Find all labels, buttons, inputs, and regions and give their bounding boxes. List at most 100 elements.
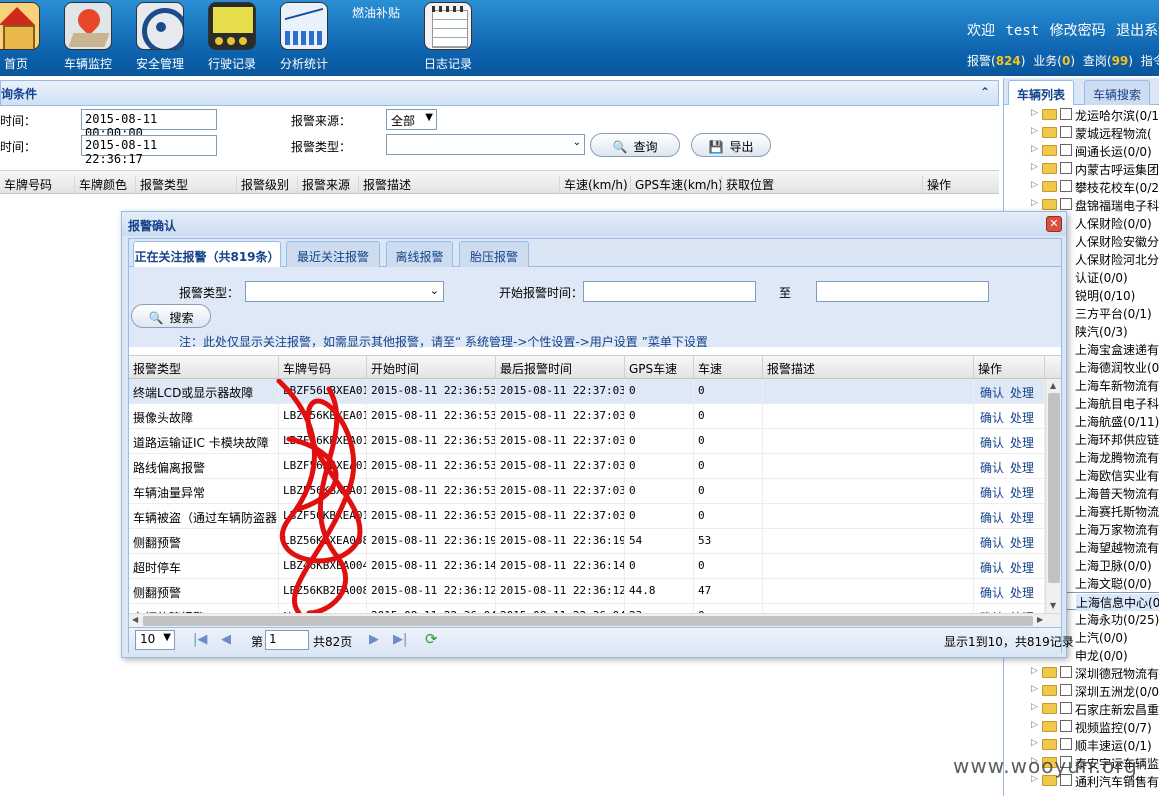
tree-node[interactable]: ▷ 内蒙古呼运集团 — [1004, 160, 1159, 178]
nav-safety-management[interactable]: 安全管理 — [126, 0, 194, 76]
expand-icon[interactable]: ▷ — [1031, 738, 1038, 748]
tree-checkbox[interactable] — [1060, 720, 1072, 732]
last-page-icon[interactable]: ▶| — [393, 632, 407, 647]
confirm-link[interactable]: 确认 — [980, 461, 1004, 475]
export-button[interactable]: 💾 导出 — [691, 133, 771, 157]
tree-node[interactable]: ▷ 石家庄新宏昌重 — [1004, 700, 1159, 718]
table-row[interactable]: 车辆油量异常 LBZF56KBXEA016 2015-08-11 22:36:53 2… — [129, 479, 1045, 504]
nav-log-record[interactable]: 日志记录 — [414, 0, 482, 76]
alarm-col-header[interactable]: 报警类型 — [129, 356, 279, 379]
table-row[interactable]: 车辆故障报警沪B08562015-08-11 22:36:042015-08-1… — [129, 604, 1045, 613]
confirm-link[interactable]: 确认 — [980, 386, 1004, 400]
tree-node[interactable]: ▷ 攀枝花校车(0/2 — [1004, 178, 1159, 196]
page-input[interactable]: 1 — [265, 630, 309, 650]
change-password-link[interactable]: 修改密码 — [1050, 23, 1106, 39]
col-plate-number[interactable]: 车牌号码 — [0, 176, 52, 194]
collapse-icon[interactable]: ⌃ — [980, 85, 990, 99]
first-page-icon[interactable]: |◀ — [193, 632, 207, 647]
table-row[interactable]: 侧翻预警 LBZ56KB2EA008 2015-08-11 22:36:12 2015… — [129, 579, 1045, 604]
alarm-counter[interactable]: 报警(824) — [967, 54, 1025, 68]
col-location[interactable]: 获取位置 — [721, 176, 774, 194]
tree-checkbox[interactable] — [1060, 702, 1072, 714]
confirm-link[interactable]: 确认 — [980, 536, 1004, 550]
expand-icon[interactable]: ▷ — [1031, 144, 1038, 154]
table-row[interactable]: 超时停车 LBZ46KBXEA004 2015-08-11 22:36:14 2015… — [129, 554, 1045, 579]
expand-icon[interactable]: ▷ — [1031, 198, 1038, 208]
tab-recent-alarms[interactable]: 最近关注报警 — [286, 241, 380, 267]
alarm-col-header[interactable]: 最后报警时间 — [496, 356, 625, 379]
nav-vehicle-monitor[interactable]: 车辆监控 — [54, 0, 122, 76]
tab-vehicle-search[interactable]: 车辆搜索 — [1084, 80, 1151, 105]
col-alarm-type[interactable]: 报警类型 — [135, 176, 188, 194]
handle-link[interactable]: 处理 — [1010, 386, 1034, 400]
prev-page-icon[interactable]: ◀ — [221, 632, 231, 647]
confirm-link[interactable]: 确认 — [980, 511, 1004, 525]
table-row[interactable]: 终端LCD或显示器故障 LBZF56LBXEA016 2015-08-11 22:3… — [129, 379, 1045, 404]
col-action[interactable]: 操作 — [922, 176, 951, 194]
expand-icon[interactable]: ▷ — [1031, 162, 1038, 172]
confirm-link[interactable]: 确认 — [980, 411, 1004, 425]
confirm-link[interactable]: 确认 — [980, 561, 1004, 575]
confirm-link[interactable]: 确认 — [980, 436, 1004, 450]
expand-icon[interactable]: ▷ — [1031, 126, 1038, 136]
handle-link[interactable]: 处理 — [1010, 436, 1034, 450]
expand-icon[interactable]: ▷ — [1031, 702, 1038, 712]
handle-link[interactable]: 处理 — [1010, 411, 1034, 425]
handle-link[interactable]: 处理 — [1010, 586, 1034, 600]
col-alarm-source[interactable]: 报警来源 — [297, 176, 350, 194]
table-row[interactable]: 摄像头故障 LBZF56KBXEA016 2015-08-11 22:36:53 20… — [129, 404, 1045, 429]
tree-checkbox[interactable] — [1060, 180, 1072, 192]
filter-start-input[interactable] — [583, 281, 756, 302]
table-row[interactable]: 路线偏离报警 LBZF56KBXEA016 2015-08-11 22:36:53 2… — [129, 454, 1045, 479]
confirm-link[interactable]: 确认 — [980, 586, 1004, 600]
tab-vehicle-list[interactable]: 车辆列表 — [1008, 80, 1075, 105]
tree-node[interactable]: ▷ 顺丰速运(0/1) — [1004, 736, 1159, 754]
scroll-down-icon[interactable]: ▼ — [1050, 601, 1056, 610]
tab-tire-pressure-alarms[interactable]: 胎压报警 — [459, 241, 529, 267]
tree-checkbox[interactable] — [1060, 666, 1072, 678]
handle-link[interactable]: 处理 — [1010, 486, 1034, 500]
tree-checkbox[interactable] — [1060, 162, 1072, 174]
expand-icon[interactable]: ▷ — [1031, 108, 1038, 118]
expand-icon[interactable]: ▷ — [1031, 720, 1038, 730]
nav-driving-record[interactable]: 行驶记录 — [198, 0, 266, 76]
col-speed[interactable]: 车速(km/h) — [559, 176, 628, 194]
alarm-col-header[interactable]: 车牌号码 — [279, 356, 367, 379]
tree-checkbox[interactable] — [1060, 684, 1072, 696]
tab-active-alarms[interactable]: 正在关注报警（共819条） — [133, 241, 281, 267]
expand-icon[interactable]: ▷ — [1031, 180, 1038, 190]
tree-checkbox[interactable] — [1060, 738, 1072, 750]
col-plate-color[interactable]: 车牌颜色 — [74, 176, 127, 194]
page-size-select[interactable]: 10 ▼ — [135, 630, 175, 650]
alarm-source-select[interactable]: 全部 ▼ — [386, 109, 437, 130]
table-row[interactable]: 车辆被盗（通过车辆防盗器 LBZF56KBXEA016 2015-08-11 22:… — [129, 504, 1045, 529]
scroll-thumb[interactable] — [1048, 393, 1060, 583]
tree-node[interactable]: ▷ 龙运哈尔滨(0/1 — [1004, 106, 1159, 124]
filter-end-input[interactable] — [816, 281, 989, 302]
alarm-col-header[interactable]: 报警描述 — [763, 356, 974, 379]
tree-node[interactable]: ▷ 深圳德冠物流有 — [1004, 664, 1159, 682]
tree-node[interactable]: ▷ 视频监控(0/7) — [1004, 718, 1159, 736]
alarm-col-header[interactable]: 车速 — [694, 356, 763, 379]
dialog-search-button[interactable]: 🔍 搜索 — [131, 304, 211, 328]
filter-type-select[interactable]: ⌄ — [245, 281, 444, 302]
tree-checkbox[interactable] — [1060, 198, 1072, 210]
confirm-link[interactable]: 确认 — [980, 486, 1004, 500]
command-counter[interactable]: 指令 — [1141, 54, 1159, 68]
alarm-col-header[interactable]: 开始时间 — [367, 356, 496, 379]
business-counter[interactable]: 业务(0) — [1033, 54, 1075, 68]
scroll-up-icon[interactable]: ▲ — [1050, 381, 1056, 390]
col-alarm-level[interactable]: 报警级别 — [236, 176, 289, 194]
tree-node[interactable]: ▷ 闽通长运(0/0) — [1004, 142, 1159, 160]
refresh-icon[interactable]: ⟳ — [425, 630, 438, 648]
col-alarm-desc[interactable]: 报警描述 — [358, 176, 411, 194]
logout-link[interactable]: 退出系统 — [1116, 23, 1159, 39]
tree-checkbox[interactable] — [1060, 126, 1072, 138]
tab-offline-alarms[interactable]: 离线报警 — [386, 241, 453, 267]
scroll-right-icon[interactable]: ▶ — [1037, 615, 1043, 624]
handle-link[interactable]: 处理 — [1010, 511, 1034, 525]
search-button[interactable]: 🔍 查询 — [590, 133, 680, 157]
nav-fuel-subsidy[interactable]: 燃油补贴 — [352, 4, 400, 21]
handle-link[interactable]: 处理 — [1010, 536, 1034, 550]
horizontal-scrollbar[interactable]: ◀ ▶ — [129, 613, 1061, 627]
